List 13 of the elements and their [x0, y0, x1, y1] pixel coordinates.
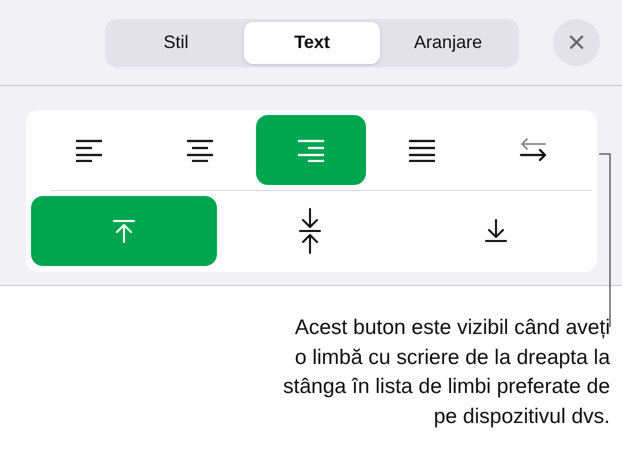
tab[interactable]: Aranjare [380, 22, 516, 64]
direction-arrows-icon [519, 137, 547, 163]
align-center-icon [186, 138, 214, 162]
close-button[interactable]: ✕ [553, 19, 600, 66]
tab[interactable]: Stil [108, 22, 244, 64]
align-top-icon [113, 219, 135, 243]
tab[interactable]: Text [244, 22, 380, 64]
callout-text: Acest buton este vizibil când aveți o limbă cu scriere de la dreapta la stânga în lista de limbi preferate de pe dispozitivul dvs. [282, 315, 610, 430]
align-bottom-icon [485, 219, 507, 243]
align-middle-icon [299, 208, 321, 254]
align-left-icon [75, 138, 103, 162]
justify-icon [408, 138, 436, 162]
align-right-icon [297, 138, 325, 162]
